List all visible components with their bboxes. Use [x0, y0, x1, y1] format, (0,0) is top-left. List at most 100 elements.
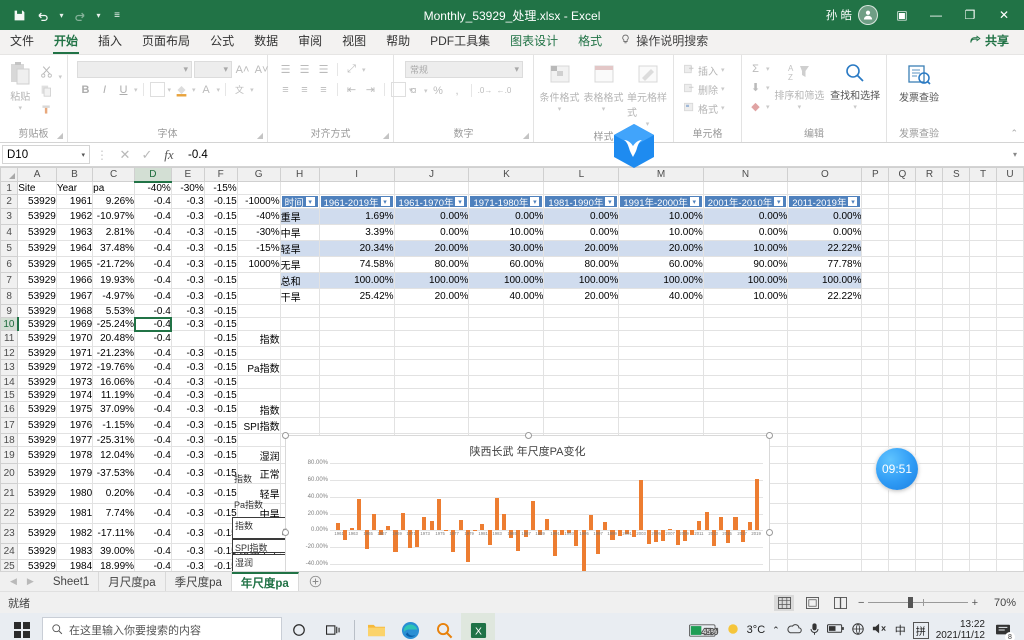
- cell-B17[interactable]: 1976: [56, 417, 94, 434]
- cell-E1[interactable]: -30%: [171, 181, 205, 195]
- cell-C1[interactable]: pa: [92, 181, 136, 195]
- cell-D18[interactable]: -0.4: [134, 433, 172, 447]
- chart-bar-slot[interactable]: [370, 463, 377, 571]
- chart-bar-slot[interactable]: [616, 463, 623, 571]
- sheet-nav-buttons[interactable]: ◀ ▶: [0, 572, 44, 591]
- row-header-1[interactable]: 1: [0, 181, 19, 195]
- cell-R3[interactable]: [915, 208, 944, 225]
- cell-F1[interactable]: -15%: [204, 181, 238, 195]
- redo-icon[interactable]: [69, 4, 91, 26]
- task-view-icon[interactable]: [316, 613, 350, 640]
- autosum-icon[interactable]: Σ: [747, 60, 764, 77]
- filter-icon[interactable]: ▾: [380, 197, 390, 206]
- conditional-formatting-button[interactable]: 条件格式 ▾: [539, 62, 580, 113]
- tab-page-layout[interactable]: 页面布局: [132, 29, 200, 54]
- cell-N9[interactable]: [703, 304, 789, 318]
- cell-A23[interactable]: 53929: [17, 523, 57, 544]
- column-header-F[interactable]: F: [203, 167, 238, 182]
- cell-A16[interactable]: 53929: [17, 401, 57, 418]
- cell-B16[interactable]: 1975: [56, 401, 94, 418]
- filter-icon[interactable]: ▾: [774, 197, 784, 206]
- cell-F8[interactable]: -0.15: [204, 288, 238, 305]
- chart-bar-slot[interactable]: [645, 463, 652, 571]
- phonetic-guide-icon[interactable]: 文: [231, 81, 248, 98]
- cell-Q24[interactable]: [888, 543, 917, 560]
- cell-H1[interactable]: [280, 181, 320, 195]
- chart-bar[interactable]: [639, 479, 644, 531]
- cell-G9[interactable]: [237, 304, 281, 318]
- cell-E18[interactable]: -0.3: [171, 433, 205, 447]
- chevron-down-icon[interactable]: ▾: [602, 105, 606, 113]
- cell-C20[interactable]: -37.53%: [92, 463, 136, 484]
- chart-bar-slot[interactable]: [623, 463, 630, 571]
- align-right-icon[interactable]: ≡: [315, 81, 332, 98]
- cell-H11[interactable]: [280, 330, 320, 347]
- cell-P4[interactable]: [861, 224, 890, 241]
- cell-D25[interactable]: -0.4: [134, 559, 172, 571]
- pivot-cell-3-6[interactable]: 0.00%: [787, 208, 863, 225]
- pivot-cell-6-5[interactable]: 90.00%: [703, 256, 789, 273]
- cell-F17[interactable]: -0.15: [204, 417, 238, 434]
- cell-T22[interactable]: [969, 503, 997, 524]
- cell-D9[interactable]: -0.4: [134, 304, 172, 318]
- cell-Q5[interactable]: [888, 240, 917, 257]
- cell-U20[interactable]: [996, 463, 1024, 484]
- cell-E14[interactable]: -0.3: [171, 375, 205, 389]
- italic-icon[interactable]: I: [96, 81, 113, 98]
- cell-S10[interactable]: [942, 317, 971, 331]
- cell-A21[interactable]: 53929: [17, 483, 57, 504]
- cell-B20[interactable]: 1979: [56, 463, 94, 484]
- customize-qat-icon[interactable]: ≡: [106, 4, 128, 26]
- cell-R14[interactable]: [915, 375, 944, 389]
- cell-G14[interactable]: [237, 375, 281, 389]
- cell-S12[interactable]: [942, 346, 971, 360]
- cell-B21[interactable]: 1980: [56, 483, 94, 504]
- cell-G18[interactable]: [237, 433, 281, 447]
- increase-indent-icon[interactable]: ⇥: [362, 81, 379, 98]
- cell-T9[interactable]: [969, 304, 997, 318]
- cell-S17[interactable]: [942, 417, 971, 434]
- chart-bar-slot[interactable]: [667, 463, 674, 571]
- pivot-cell-5-2[interactable]: 30.00%: [468, 240, 545, 257]
- cell-C4[interactable]: 2.81%: [92, 224, 136, 241]
- cell-D5[interactable]: -0.4: [134, 240, 172, 257]
- cell-E7[interactable]: -0.3: [171, 272, 205, 289]
- cell-I2[interactable]: 1961-2019年 ▾: [319, 194, 395, 209]
- resize-handle-e[interactable]: [766, 528, 773, 536]
- cell-E16[interactable]: -0.3: [171, 401, 205, 418]
- chart-bar-slot[interactable]: [399, 463, 406, 571]
- column-header-R[interactable]: R: [915, 167, 944, 182]
- cell-E24[interactable]: -0.3: [171, 543, 205, 560]
- cell-L11[interactable]: [543, 330, 620, 347]
- row-header-2[interactable]: 2: [0, 194, 19, 209]
- filter-icon[interactable]: ▾: [689, 197, 699, 206]
- cell-F10[interactable]: -0.15: [204, 317, 238, 331]
- cell-O14[interactable]: [787, 375, 863, 389]
- row-header-24[interactable]: 24: [0, 543, 19, 560]
- increase-decimal-icon[interactable]: .0→: [477, 82, 494, 99]
- cell-D4[interactable]: -0.4: [134, 224, 172, 241]
- undo-dropdown-icon[interactable]: ▾: [56, 11, 67, 20]
- row-header-19[interactable]: 19: [0, 446, 19, 464]
- cell-U15[interactable]: [996, 388, 1024, 402]
- textbox-spi-index[interactable]: SPI指数: [232, 539, 287, 553]
- cell-S22[interactable]: [942, 503, 971, 524]
- cell-E13[interactable]: -0.3: [171, 359, 205, 376]
- chart-bar[interactable]: [386, 525, 391, 531]
- row-header-11[interactable]: 11: [0, 330, 19, 347]
- cell-K11[interactable]: [468, 330, 545, 347]
- formula-input[interactable]: [180, 145, 1008, 164]
- chart-bar-slot[interactable]: [500, 463, 507, 571]
- cell-C19[interactable]: 12.04%: [92, 446, 136, 464]
- column-header-D[interactable]: D: [134, 167, 172, 183]
- cell-K16[interactable]: [468, 401, 545, 418]
- number-dialog-launcher-icon[interactable]: ◢: [523, 131, 529, 140]
- cell-R6[interactable]: [915, 256, 944, 273]
- row-header-13[interactable]: 13: [0, 359, 19, 376]
- cell-G16[interactable]: 指数: [237, 401, 281, 418]
- chart-bar-slot[interactable]: [421, 463, 428, 571]
- cell-D24[interactable]: -0.4: [134, 543, 172, 560]
- font-color-icon[interactable]: A: [198, 81, 215, 98]
- chart-bar-slot[interactable]: [573, 463, 580, 571]
- cell-A15[interactable]: 53929: [17, 388, 57, 402]
